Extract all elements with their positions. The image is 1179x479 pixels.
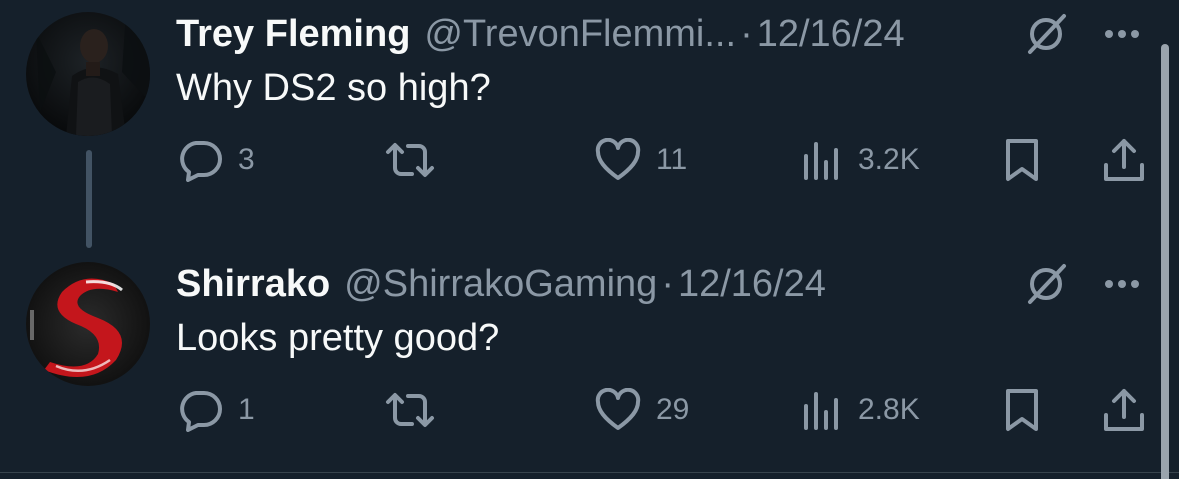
tweet[interactable]: Trey Fleming @TrevonFlemmi... · 12/16/24…	[0, 0, 1179, 250]
views-button[interactable]: 2.8K	[800, 384, 920, 436]
share-button[interactable]	[1102, 134, 1146, 186]
share-icon	[1104, 139, 1144, 181]
tweet-header: Trey Fleming @TrevonFlemmi... · 12/16/24	[176, 10, 1149, 58]
more-icon[interactable]	[1104, 278, 1140, 290]
display-name[interactable]: Trey Fleming	[176, 10, 410, 58]
tweet-thread: Trey Fleming @TrevonFlemmi... · 12/16/24…	[0, 0, 1179, 479]
view-count: 2.8K	[858, 393, 920, 426]
timestamp[interactable]: 12/16/24	[757, 10, 905, 58]
bookmark-button[interactable]	[1002, 384, 1042, 436]
action-bar: 3 11 3.2K	[176, 134, 1156, 186]
share-icon	[1104, 389, 1144, 431]
like-icon	[595, 138, 641, 180]
more-icon[interactable]	[1104, 28, 1140, 40]
bookmark-icon	[1006, 389, 1038, 431]
handle[interactable]: @ShirrakoGaming	[344, 260, 657, 308]
repost-icon	[386, 393, 434, 427]
like-button[interactable]: 29	[594, 384, 689, 436]
views-icon	[804, 392, 838, 430]
separator: ·	[740, 13, 753, 55]
avatar-image	[26, 262, 150, 386]
divider	[0, 472, 1179, 473]
like-count: 29	[656, 393, 690, 426]
tweet[interactable]: Shirrako @ShirrakoGaming · 12/16/24 Look…	[0, 250, 1179, 472]
reply-button[interactable]: 1	[176, 384, 255, 436]
tweet-header: Shirrako @ShirrakoGaming · 12/16/24	[176, 260, 1149, 308]
tweet-text: Looks pretty good?	[176, 317, 500, 359]
reply-count: 1	[238, 393, 255, 426]
bookmark-button[interactable]	[1002, 134, 1042, 186]
like-button[interactable]: 11	[594, 134, 687, 186]
views-icon	[804, 142, 838, 180]
share-button[interactable]	[1102, 384, 1146, 436]
separator: ·	[661, 263, 674, 305]
reply-icon	[180, 391, 222, 432]
repost-icon	[386, 143, 434, 177]
reply-icon	[180, 141, 222, 182]
avatar[interactable]	[26, 12, 150, 136]
handle[interactable]: @TrevonFlemmi...	[424, 10, 736, 58]
bookmark-icon	[1006, 139, 1038, 181]
scrollbar[interactable]	[1161, 44, 1169, 479]
display-name[interactable]: Shirrako	[176, 260, 330, 308]
avatar[interactable]	[26, 262, 150, 386]
reply-count: 3	[238, 143, 255, 176]
reply-button[interactable]: 3	[176, 134, 255, 186]
repost-button[interactable]	[382, 384, 452, 436]
grok-icon[interactable]	[1024, 12, 1068, 56]
repost-button[interactable]	[382, 134, 452, 186]
grok-icon[interactable]	[1024, 262, 1068, 306]
tweet-text: Why DS2 so high?	[176, 67, 491, 109]
like-icon	[595, 388, 641, 430]
view-count: 3.2K	[858, 143, 920, 176]
thread-connector	[86, 150, 92, 248]
like-count: 11	[656, 143, 688, 176]
views-button[interactable]: 3.2K	[800, 134, 920, 186]
timestamp[interactable]: 12/16/24	[678, 260, 826, 308]
avatar-image	[26, 12, 150, 136]
action-bar: 1 29 2.8K	[176, 384, 1156, 436]
